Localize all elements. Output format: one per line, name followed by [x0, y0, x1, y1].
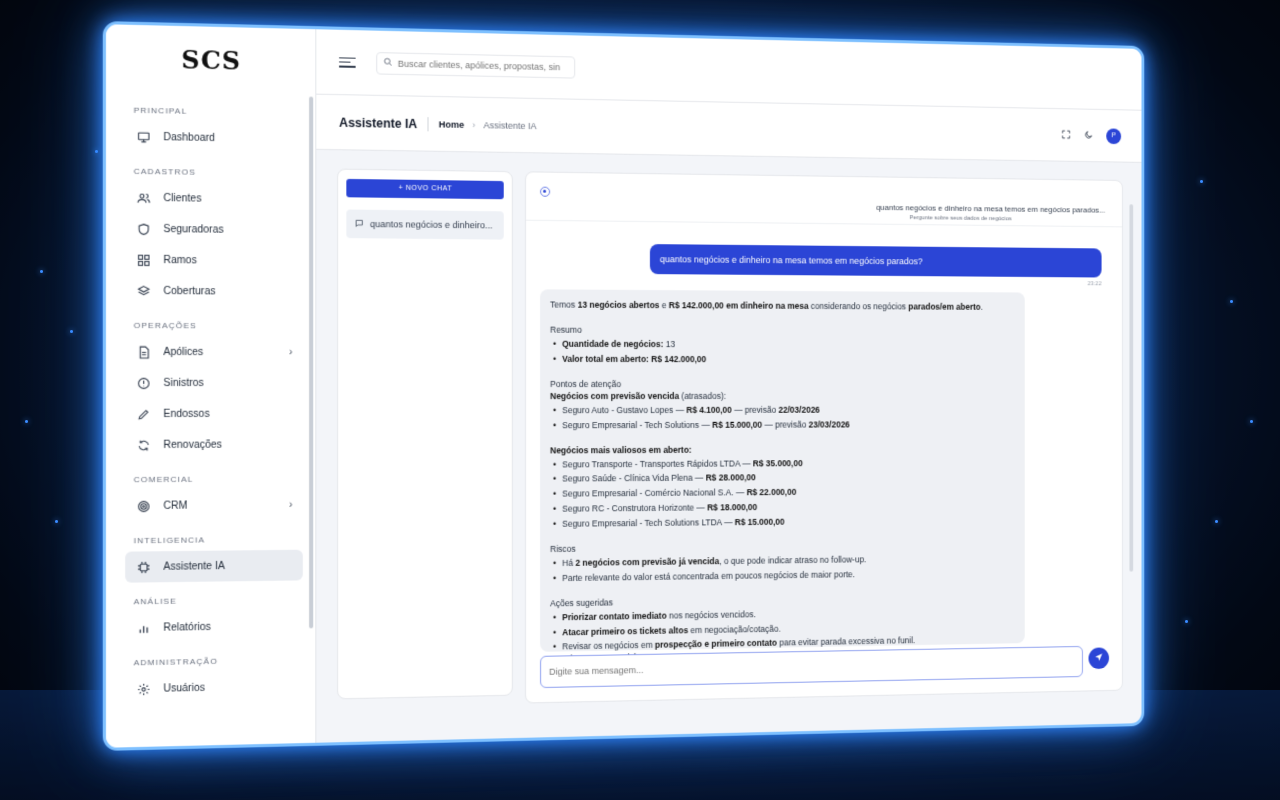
- chat-scrollbar[interactable]: [1129, 204, 1134, 572]
- chat-history-item[interactable]: quantos negócios e dinheiro...: [346, 209, 504, 240]
- shield-icon: [136, 222, 151, 237]
- sidebar-item-crm[interactable]: CRM ›: [125, 489, 303, 521]
- message-input[interactable]: [549, 656, 1075, 677]
- grid-icon: [136, 253, 151, 268]
- answer-list-valiosos: Seguro Transporte - Transportes Rápidos …: [550, 455, 1015, 532]
- sidebar: SCS PRINCIPAL Dashboard CADASTROS Client…: [105, 24, 317, 748]
- gear-icon: [136, 682, 151, 697]
- sidebar-item-label: Renovações: [163, 438, 222, 451]
- sidebar-item-usuarios[interactable]: Usuários: [125, 670, 303, 704]
- sidebar-item-label: Endossos: [163, 408, 210, 420]
- target-icon: [136, 499, 151, 514]
- answer-intro: Temos 13 negócios abertos e R$ 142.000,0…: [550, 299, 983, 312]
- list-item: Quantidade de negócios: 13: [550, 337, 1015, 353]
- refresh-icon: [136, 438, 151, 453]
- bar-chart-icon: [136, 621, 151, 636]
- list-item: Seguro Auto - Gustavo Lopes — R$ 4.100,0…: [550, 402, 1015, 418]
- section-label-analise: ANÁLISE: [133, 596, 177, 607]
- sidebar-item-relatorios[interactable]: Relatórios: [125, 610, 303, 644]
- page-title: Assistente IA: [339, 115, 418, 131]
- list-item: Seguro Empresarial - Tech Solutions — R$…: [550, 417, 1015, 433]
- sidebar-item-label: Coberturas: [163, 285, 216, 297]
- section-label-comercial: COMERCIAL: [133, 474, 194, 485]
- chat-panel: quantos negócios e dinheiro na mesa temo…: [524, 171, 1134, 704]
- sidebar-item-label: Apólices: [163, 346, 204, 358]
- breadcrumb-home-link[interactable]: Home: [439, 119, 464, 130]
- sidebar-item-label: Seguradoras: [163, 223, 224, 236]
- alert-icon: [136, 376, 151, 390]
- sidebar-item-endossos[interactable]: Endossos: [125, 398, 303, 429]
- assistant-status-icon: [540, 186, 551, 197]
- sidebar-item-label: Usuários: [163, 682, 206, 695]
- sidebar-scrollbar[interactable]: [309, 96, 314, 629]
- app-logo[interactable]: SCS: [106, 24, 315, 94]
- sidebar-item-label: Dashboard: [163, 131, 215, 144]
- global-search[interactable]: [376, 51, 576, 79]
- sidebar-item-label: Clientes: [163, 192, 202, 205]
- avatar[interactable]: P: [1106, 127, 1122, 144]
- answer-list-resumo: Quantidade de negócios: 13 Valor total e…: [550, 337, 1015, 368]
- breadcrumb-divider: [427, 116, 429, 131]
- section-label-cadastros: CADASTROS: [133, 166, 196, 177]
- sidebar-item-seguradoras[interactable]: Seguradoras: [125, 213, 303, 246]
- sidebar-item-clientes[interactable]: Clientes: [125, 182, 303, 215]
- answer-list-riscos: Há 2 negócios com previsão já vencida, o…: [550, 551, 1015, 586]
- pen-icon: [136, 407, 151, 422]
- list-item: Seguro Empresarial - Tech Solutions LTDA…: [550, 513, 1015, 532]
- sidebar-item-label: Assistente IA: [163, 560, 225, 573]
- answer-subheading-valiosos: Negócios mais valiosos em aberto:: [550, 444, 692, 455]
- list-item: Valor total em aberto: R$ 142.000,00: [550, 352, 1015, 368]
- section-label-principal: PRINCIPAL: [133, 105, 188, 116]
- chevron-right-icon[interactable]: ›: [289, 499, 292, 510]
- answer-list-vencida: Seguro Auto - Gustavo Lopes — R$ 4.100,0…: [550, 402, 1015, 432]
- dark-mode-moon-icon[interactable]: [1084, 127, 1093, 145]
- section-label-inteligencia: INTELIGENCIA: [133, 535, 206, 546]
- layers-icon: [136, 284, 151, 299]
- send-button[interactable]: [1088, 647, 1110, 670]
- sidebar-item-label: Sinistros: [163, 377, 204, 389]
- chat-history-panel: + NOVO CHAT quantos negócios e dinheiro.…: [337, 168, 513, 700]
- chip-icon: [136, 560, 151, 575]
- fullscreen-icon[interactable]: [1061, 126, 1070, 144]
- sidebar-item-coberturas[interactable]: Coberturas: [125, 275, 303, 307]
- chevron-right-icon: ›: [472, 119, 476, 130]
- send-icon: [1094, 649, 1103, 667]
- sidebar-item-dashboard[interactable]: Dashboard: [125, 121, 303, 155]
- answer-subheading-vencida: Negócios com previsão vencida (atrasados…: [550, 390, 727, 401]
- section-label-administracao: ADMINISTRAÇÃO: [133, 656, 218, 668]
- chat-subtitle: Pergunte sobre seus dados de negócios: [909, 215, 1012, 223]
- app-window: SCS PRINCIPAL Dashboard CADASTROS Client…: [102, 21, 1145, 751]
- chevron-right-icon[interactable]: ›: [289, 347, 292, 358]
- sidebar-item-label: Relatórios: [163, 621, 211, 634]
- users-icon: [136, 190, 151, 205]
- sidebar-item-renovacoes[interactable]: Renovações: [125, 429, 303, 461]
- sidebar-item-apolices[interactable]: Apólices ›: [125, 336, 303, 367]
- answer-heading-resumo: Resumo: [550, 324, 582, 335]
- breadcrumb-current: Assistente IA: [483, 119, 537, 131]
- message-timestamp: 23:22: [1087, 281, 1102, 288]
- sidebar-item-ramos[interactable]: Ramos: [125, 244, 303, 276]
- search-icon: [383, 57, 392, 68]
- chat-title: quantos negócios e dinheiro na mesa temo…: [876, 202, 1106, 215]
- document-icon: [136, 345, 151, 360]
- hamburger-menu-icon[interactable]: [339, 54, 356, 71]
- chat-history-item-label: quantos negócios e dinheiro...: [370, 218, 493, 230]
- chat-header: quantos negócios e dinheiro na mesa temo…: [525, 172, 1123, 228]
- user-message-bubble: quantos negócios e dinheiro na mesa temo…: [649, 244, 1102, 278]
- sidebar-item-sinistros[interactable]: Sinistros: [125, 367, 303, 398]
- answer-heading-atencao: Pontos de atenção: [550, 378, 622, 389]
- chat-bubble-icon: [355, 219, 364, 228]
- sidebar-item-assistente-ia[interactable]: Assistente IA: [125, 549, 303, 583]
- section-label-operacoes: OPERAÇÕES: [133, 320, 197, 331]
- sidebar-item-label: CRM: [163, 499, 188, 512]
- sidebar-item-label: Ramos: [163, 254, 197, 266]
- assistant-message-bubble: Temos 13 negócios abertos e R$ 142.000,0…: [540, 289, 1025, 652]
- answer-list-acoes: Priorizar contato imediato nos negócios …: [550, 603, 1015, 652]
- new-chat-button[interactable]: + NOVO CHAT: [346, 178, 504, 199]
- search-input[interactable]: [397, 58, 561, 72]
- monitor-icon: [136, 129, 151, 144]
